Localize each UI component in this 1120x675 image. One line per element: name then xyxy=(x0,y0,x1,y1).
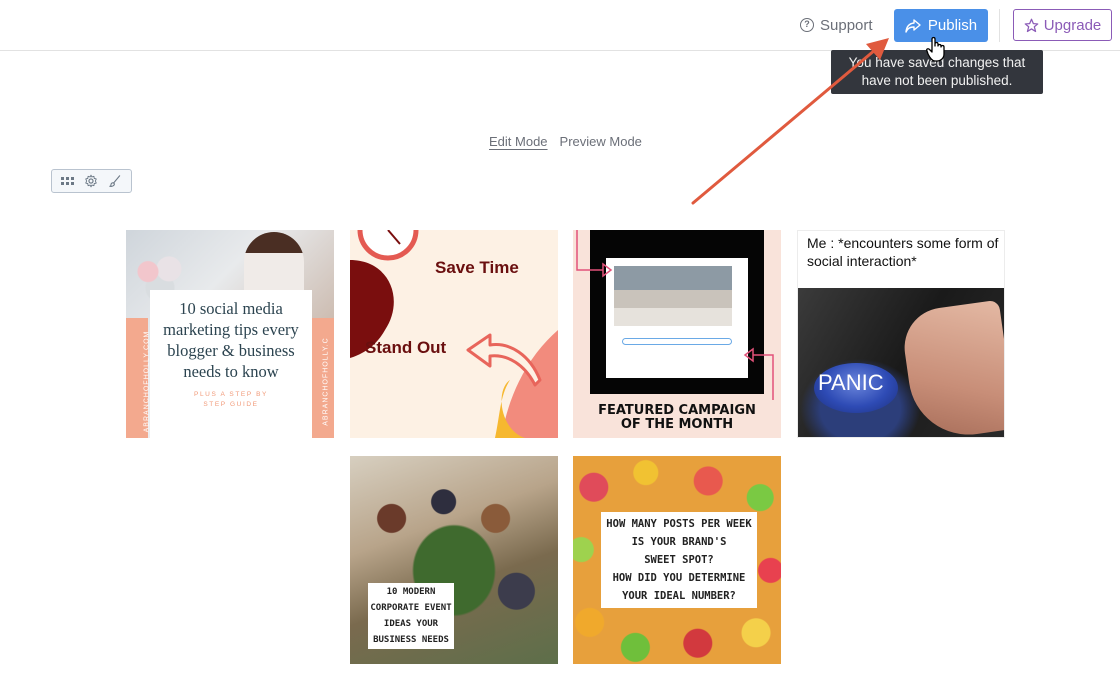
share-arrow-icon xyxy=(905,18,921,33)
gallery-tile-corporate-events[interactable]: 10 MODERN CORPORATE EVENT IDEAS YOUR BUS… xyxy=(350,456,558,664)
gallery-tile-panic-meme[interactable]: Me : *encounters some form of social int… xyxy=(797,230,1005,438)
upgrade-label: Upgrade xyxy=(1043,16,1102,34)
upgrade-button[interactable]: Upgrade xyxy=(1013,9,1112,41)
tile-headline: 10 social media marketing tips every blo… xyxy=(163,299,299,381)
help-circle-icon: ? xyxy=(800,18,814,32)
caption-line-2: OF THE MONTH xyxy=(620,417,734,432)
featured-campaign-caption: FEATURED CAMPAIGN OF THE MONTH xyxy=(573,404,781,432)
preview-mode-link[interactable]: Preview Mode xyxy=(560,134,642,149)
support-link[interactable]: ? Support xyxy=(800,15,873,35)
gear-icon[interactable] xyxy=(82,172,100,190)
corporate-event-label: 10 MODERN CORPORATE EVENT IDEAS YOUR BUS… xyxy=(368,583,454,649)
label-line-4: HOW DID YOU DETERMINE xyxy=(612,572,746,584)
hand-cursor-icon xyxy=(926,36,945,62)
gallery-tile-posts-per-week[interactable]: HOW MANY POSTS PER WEEK IS YOUR BRAND'S … xyxy=(573,456,781,664)
stand-out-text: Stand Out xyxy=(365,338,447,357)
posts-per-week-label: HOW MANY POSTS PER WEEK IS YOUR BRAND'S … xyxy=(601,512,757,608)
side-url-right: ABRANCHOFHOLLY.C xyxy=(322,337,330,426)
tooltip-line-2: have not been published. xyxy=(861,73,1013,88)
publish-label: Publish xyxy=(927,17,978,34)
meme-caption: Me : *encounters some form of social int… xyxy=(807,235,999,269)
gallery-tile-featured-campaign[interactable]: FEATURED CAMPAIGN OF THE MONTH xyxy=(573,230,781,438)
label-line-2: CORPORATE EVENT xyxy=(370,603,452,613)
edit-mode-link[interactable]: Edit Mode xyxy=(489,134,548,149)
label-line-4: BUSINESS NEEDS xyxy=(373,635,449,645)
save-time-text: Save Time xyxy=(435,258,519,277)
label-line-3: IDEAS YOUR xyxy=(383,619,439,629)
star-icon xyxy=(1024,18,1039,32)
mode-switcher: Edit Mode Preview Mode xyxy=(489,134,642,149)
caption-line-1: FEATURED CAMPAIGN xyxy=(598,403,756,418)
gallery-tile-social-media-tips[interactable]: ABRANCHOFHOLLY.COM ABRANCHOFHOLLY.C 10 s… xyxy=(126,230,334,438)
grid-icon[interactable] xyxy=(59,172,77,190)
tile-subline-2: STEP GUIDE xyxy=(203,401,259,408)
tile-subline-1: PLUS A STEP BY xyxy=(194,391,268,398)
label-line-3: SWEET SPOT? xyxy=(644,554,714,566)
gallery-tile-save-time[interactable]: Save Time Stand Out xyxy=(350,230,558,438)
tile-text-card: 10 social media marketing tips every blo… xyxy=(150,290,312,438)
label-line-1: HOW MANY POSTS PER WEEK xyxy=(606,518,752,530)
widget-toolbar xyxy=(51,169,132,193)
brush-icon[interactable] xyxy=(106,172,124,190)
support-label: Support xyxy=(820,16,873,34)
top-bar: ? Support Publish Upgrade xyxy=(0,0,1120,51)
label-line-1: 10 MODERN xyxy=(386,587,436,597)
label-line-2: IS YOUR BRAND'S xyxy=(631,536,727,548)
label-line-5: YOUR IDEAL NUMBER? xyxy=(622,590,736,602)
panic-text: PANIC xyxy=(818,370,884,395)
header-divider xyxy=(999,9,1000,42)
